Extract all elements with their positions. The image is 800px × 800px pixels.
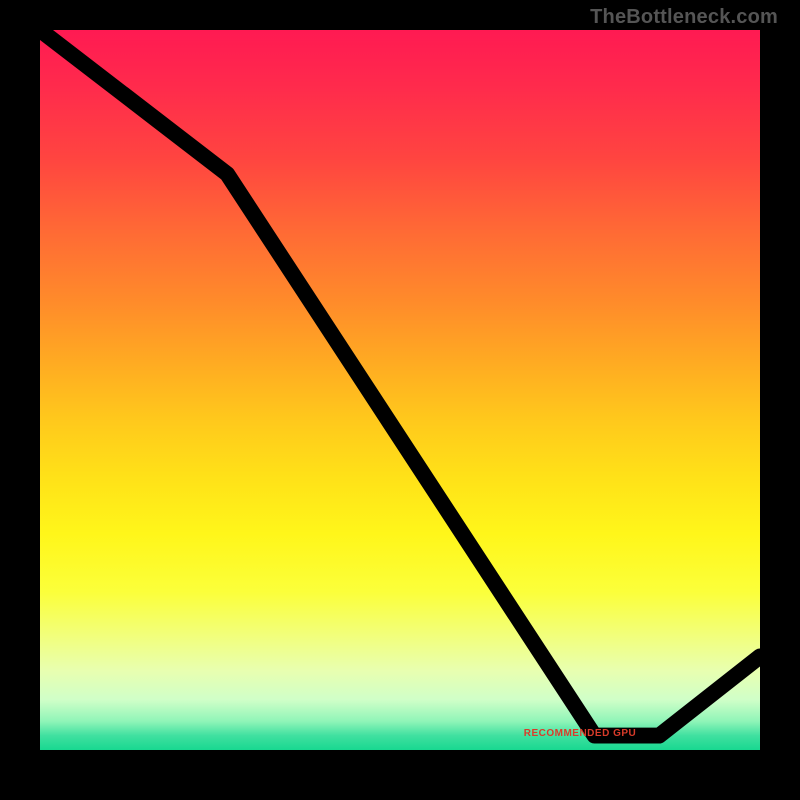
chart-line-layer [40,30,760,750]
recommended-label: RECOMMENDED GPU [524,728,637,739]
bottleneck-curve [40,30,760,736]
watermark-text: TheBottleneck.com [590,6,778,29]
chart-area: RECOMMENDED GPU [40,30,760,750]
